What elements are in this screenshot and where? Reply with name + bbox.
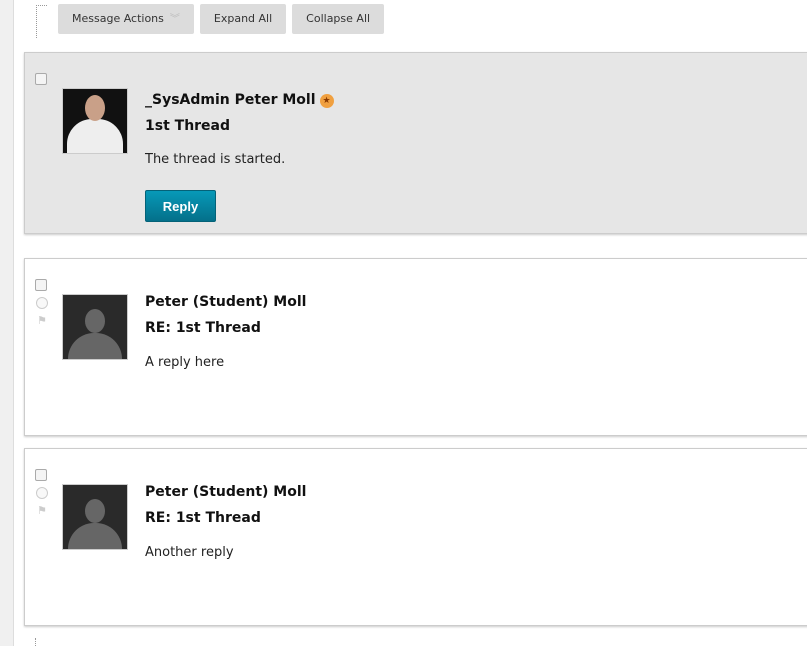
message-actions-label: Message Actions [72, 12, 164, 25]
thread-tree-connector [36, 5, 47, 38]
post-author: _SysAdmin Peter Moll ★ [145, 92, 334, 108]
post-body: The thread is started. [145, 152, 286, 167]
post-item: ⚑ Peter (Student) Moll RE: 1st Thread A … [24, 258, 807, 436]
post-body: A reply here [145, 355, 225, 370]
post-subject: RE: 1st Thread [145, 320, 261, 336]
post-subject: RE: 1st Thread [145, 510, 261, 526]
toolbar: Message Actions ︾ Expand All Collapse All [58, 4, 385, 34]
star-badge-icon: ★ [319, 94, 334, 108]
collapse-all-button[interactable]: Collapse All [292, 4, 385, 34]
post-subject: 1st Thread [145, 118, 231, 134]
chevron-down-icon: ︾ [169, 14, 180, 25]
avatar [62, 484, 128, 550]
post-author: Peter (Student) Moll [145, 294, 307, 310]
message-actions-button[interactable]: Message Actions ︾ [58, 4, 194, 34]
post-checkbox[interactable] [35, 469, 47, 481]
reply-button[interactable]: Reply [145, 190, 216, 222]
flag-icon[interactable]: ⚑ [37, 504, 47, 517]
avatar [62, 88, 128, 154]
author-name: _SysAdmin Peter Moll [145, 92, 316, 108]
avatar [62, 294, 128, 360]
post-body: Another reply [145, 545, 234, 560]
left-sidebar [0, 0, 14, 646]
unread-circle-icon[interactable] [36, 297, 48, 309]
post-checkbox[interactable] [35, 73, 47, 85]
post-item: _SysAdmin Peter Moll ★ 1st Thread The thr… [24, 52, 807, 234]
flag-icon[interactable]: ⚑ [37, 314, 47, 327]
post-author: Peter (Student) Moll [145, 484, 307, 500]
post-checkbox[interactable] [35, 279, 47, 291]
thread-tree-connector [35, 638, 36, 646]
post-item: ⚑ Peter (Student) Moll RE: 1st Thread An… [24, 448, 807, 626]
unread-circle-icon[interactable] [36, 487, 48, 499]
expand-all-button[interactable]: Expand All [199, 4, 287, 34]
